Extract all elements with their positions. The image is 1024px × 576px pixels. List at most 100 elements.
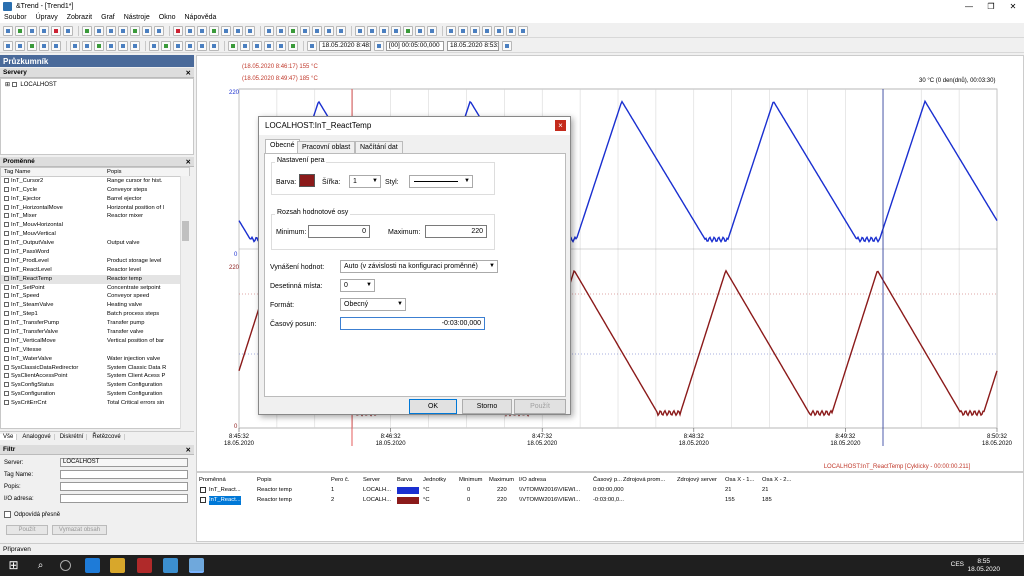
toolbar-button-icon[interactable] [470, 25, 480, 36]
toolbar-button-icon[interactable] [154, 25, 164, 36]
tab-all[interactable]: Vše [0, 434, 18, 440]
toolbar-button-icon[interactable] [51, 25, 61, 36]
tab-general[interactable]: Obecné [265, 139, 300, 153]
list-item[interactable]: InT_Ejector Barrel ejector [1, 195, 189, 204]
toolbar-button-icon[interactable] [15, 40, 25, 51]
time-offset-input[interactable]: -0:03:00,000 [340, 317, 485, 330]
toolbar-button-icon[interactable] [39, 25, 49, 36]
column-header[interactable]: Popis [257, 476, 272, 485]
toolbar-button-icon[interactable] [276, 40, 286, 51]
toolbar-button-icon[interactable] [173, 25, 183, 36]
toolbar-button-icon[interactable] [15, 25, 25, 36]
list-item[interactable]: SysClientAccessPoint System Client Acess … [1, 372, 189, 381]
server-field[interactable]: LOCALHOST [60, 458, 188, 467]
tagname-input[interactable] [60, 470, 188, 479]
toolbar-button-icon[interactable] [240, 40, 250, 51]
ok-button[interactable]: OK [409, 399, 457, 414]
list-item[interactable]: InT_Speed Conveyor speed [1, 292, 189, 301]
menu-soubor[interactable]: Soubor [4, 14, 27, 21]
exact-match-checkbox[interactable]: Odpovídá přesně [4, 511, 60, 518]
column-header[interactable]: Server [363, 476, 380, 485]
list-item[interactable]: InT_SetPoint Concentrate setpoint [1, 284, 189, 293]
column-header-popis[interactable]: Popis [107, 168, 177, 176]
list-item[interactable]: InT_ProdLevel Product storage level [1, 257, 189, 266]
close-icon[interactable]: ✕ [1002, 0, 1024, 12]
column-header[interactable]: Zdrojový server [677, 476, 717, 485]
tab-data-loading[interactable]: Načítání dat [355, 141, 403, 153]
column-header[interactable]: Zdrojová prom... [623, 476, 665, 485]
time-range-field[interactable]: [00] 00:05:00,000 [386, 40, 444, 51]
toolbar-button-icon[interactable] [379, 25, 389, 36]
pen-visible-checkbox[interactable] [200, 497, 206, 503]
menu-okno[interactable]: Okno [159, 14, 176, 21]
column-header[interactable]: I/O adresa [519, 476, 546, 485]
toolbar-button-icon[interactable] [197, 40, 207, 51]
toolbar-button-icon[interactable] [149, 40, 159, 51]
toolbar-button-icon[interactable] [94, 25, 104, 36]
toolbar-button-icon[interactable] [288, 25, 298, 36]
toolbar-button-icon[interactable] [118, 40, 128, 51]
plot-values-select[interactable]: Auto (v závislosti na konfiguraci proměn… [340, 260, 498, 273]
column-header[interactable]: Barva [397, 476, 412, 485]
format-select[interactable]: Obecný ▼ [340, 298, 406, 311]
explorer-icon[interactable] [110, 558, 125, 573]
toolbar-button-icon[interactable] [300, 25, 310, 36]
app-icon-blue[interactable] [163, 558, 178, 573]
pen-color-swatch[interactable] [397, 487, 419, 494]
column-header[interactable]: Osa X - 2... [762, 476, 791, 485]
tab-string[interactable]: Řetězcové [89, 434, 125, 440]
list-item[interactable]: InT_PassWord [1, 248, 189, 257]
toolbar-button-icon[interactable] [130, 40, 140, 51]
start-time-field[interactable]: 18.05.2020 8:48:32 [319, 40, 371, 51]
toolbar-button-icon[interactable] [367, 25, 377, 36]
toolbar-button-icon[interactable] [233, 25, 243, 36]
windows-start-icon[interactable]: ⊞ [6, 558, 21, 573]
toolbar-button-icon[interactable] [185, 25, 195, 36]
calendar-icon[interactable] [502, 40, 512, 51]
toolbar-button-icon[interactable] [228, 40, 238, 51]
style-select[interactable]: ▼ [409, 175, 473, 188]
toolbar-button-icon[interactable] [27, 25, 37, 36]
toolbar-button-icon[interactable] [446, 25, 456, 36]
toolbar-button-icon[interactable] [494, 25, 504, 36]
toolbar-button-icon[interactable] [106, 40, 116, 51]
search-icon[interactable]: ⌕ [33, 558, 48, 573]
column-header-tagname[interactable]: Tag Name [1, 168, 107, 176]
toolbar-button-icon[interactable] [39, 40, 49, 51]
description-input[interactable] [60, 482, 188, 491]
list-item[interactable]: InT_Mixer Reactor mixer [1, 212, 189, 221]
toolbar-button-icon[interactable] [173, 40, 183, 51]
minimize-icon[interactable]: — [958, 0, 980, 12]
toolbar-button-icon[interactable] [63, 25, 73, 36]
width-select[interactable]: 1 ▼ [349, 175, 381, 188]
toolbar-button-icon[interactable] [252, 40, 262, 51]
toolbar-button-icon[interactable] [415, 25, 425, 36]
toolbar-button-icon[interactable] [355, 25, 365, 36]
menu-napoveda[interactable]: Nápověda [185, 14, 217, 21]
column-header[interactable]: Osa X - 1... [725, 476, 754, 485]
toolbar-button-icon[interactable] [276, 25, 286, 36]
toolbar-button-icon[interactable] [264, 40, 274, 51]
toolbar-button-icon[interactable] [518, 25, 528, 36]
toolbar-button-icon[interactable] [106, 25, 116, 36]
toolbar-button-icon[interactable] [312, 25, 322, 36]
toolbar-button-icon[interactable] [506, 25, 516, 36]
apply-filter-button[interactable]: Použít [6, 525, 48, 535]
toolbar-button-icon[interactable] [3, 25, 13, 36]
toolbar-button-icon[interactable] [288, 40, 298, 51]
toolbar-button-icon[interactable] [209, 40, 219, 51]
maximize-icon[interactable]: ❐ [980, 0, 1002, 12]
toolbar-button-icon[interactable] [94, 40, 104, 51]
close-icon[interactable]: × [555, 120, 566, 131]
toolbar-button-icon[interactable] [391, 25, 401, 36]
toolbar-button-icon[interactable] [427, 25, 437, 36]
trend-app-icon[interactable] [189, 558, 204, 573]
menu-upravy[interactable]: Úpravy [36, 14, 58, 21]
list-item[interactable]: InT_MouvVertical [1, 230, 189, 239]
decimals-select[interactable]: 0 ▼ [340, 279, 375, 292]
calendar-icon[interactable] [374, 40, 384, 51]
language-indicator[interactable]: CES [951, 561, 964, 568]
minimum-input[interactable]: 0 [308, 225, 370, 238]
close-icon[interactable]: ✕ [186, 69, 191, 77]
toolbar-button-icon[interactable] [197, 25, 207, 36]
